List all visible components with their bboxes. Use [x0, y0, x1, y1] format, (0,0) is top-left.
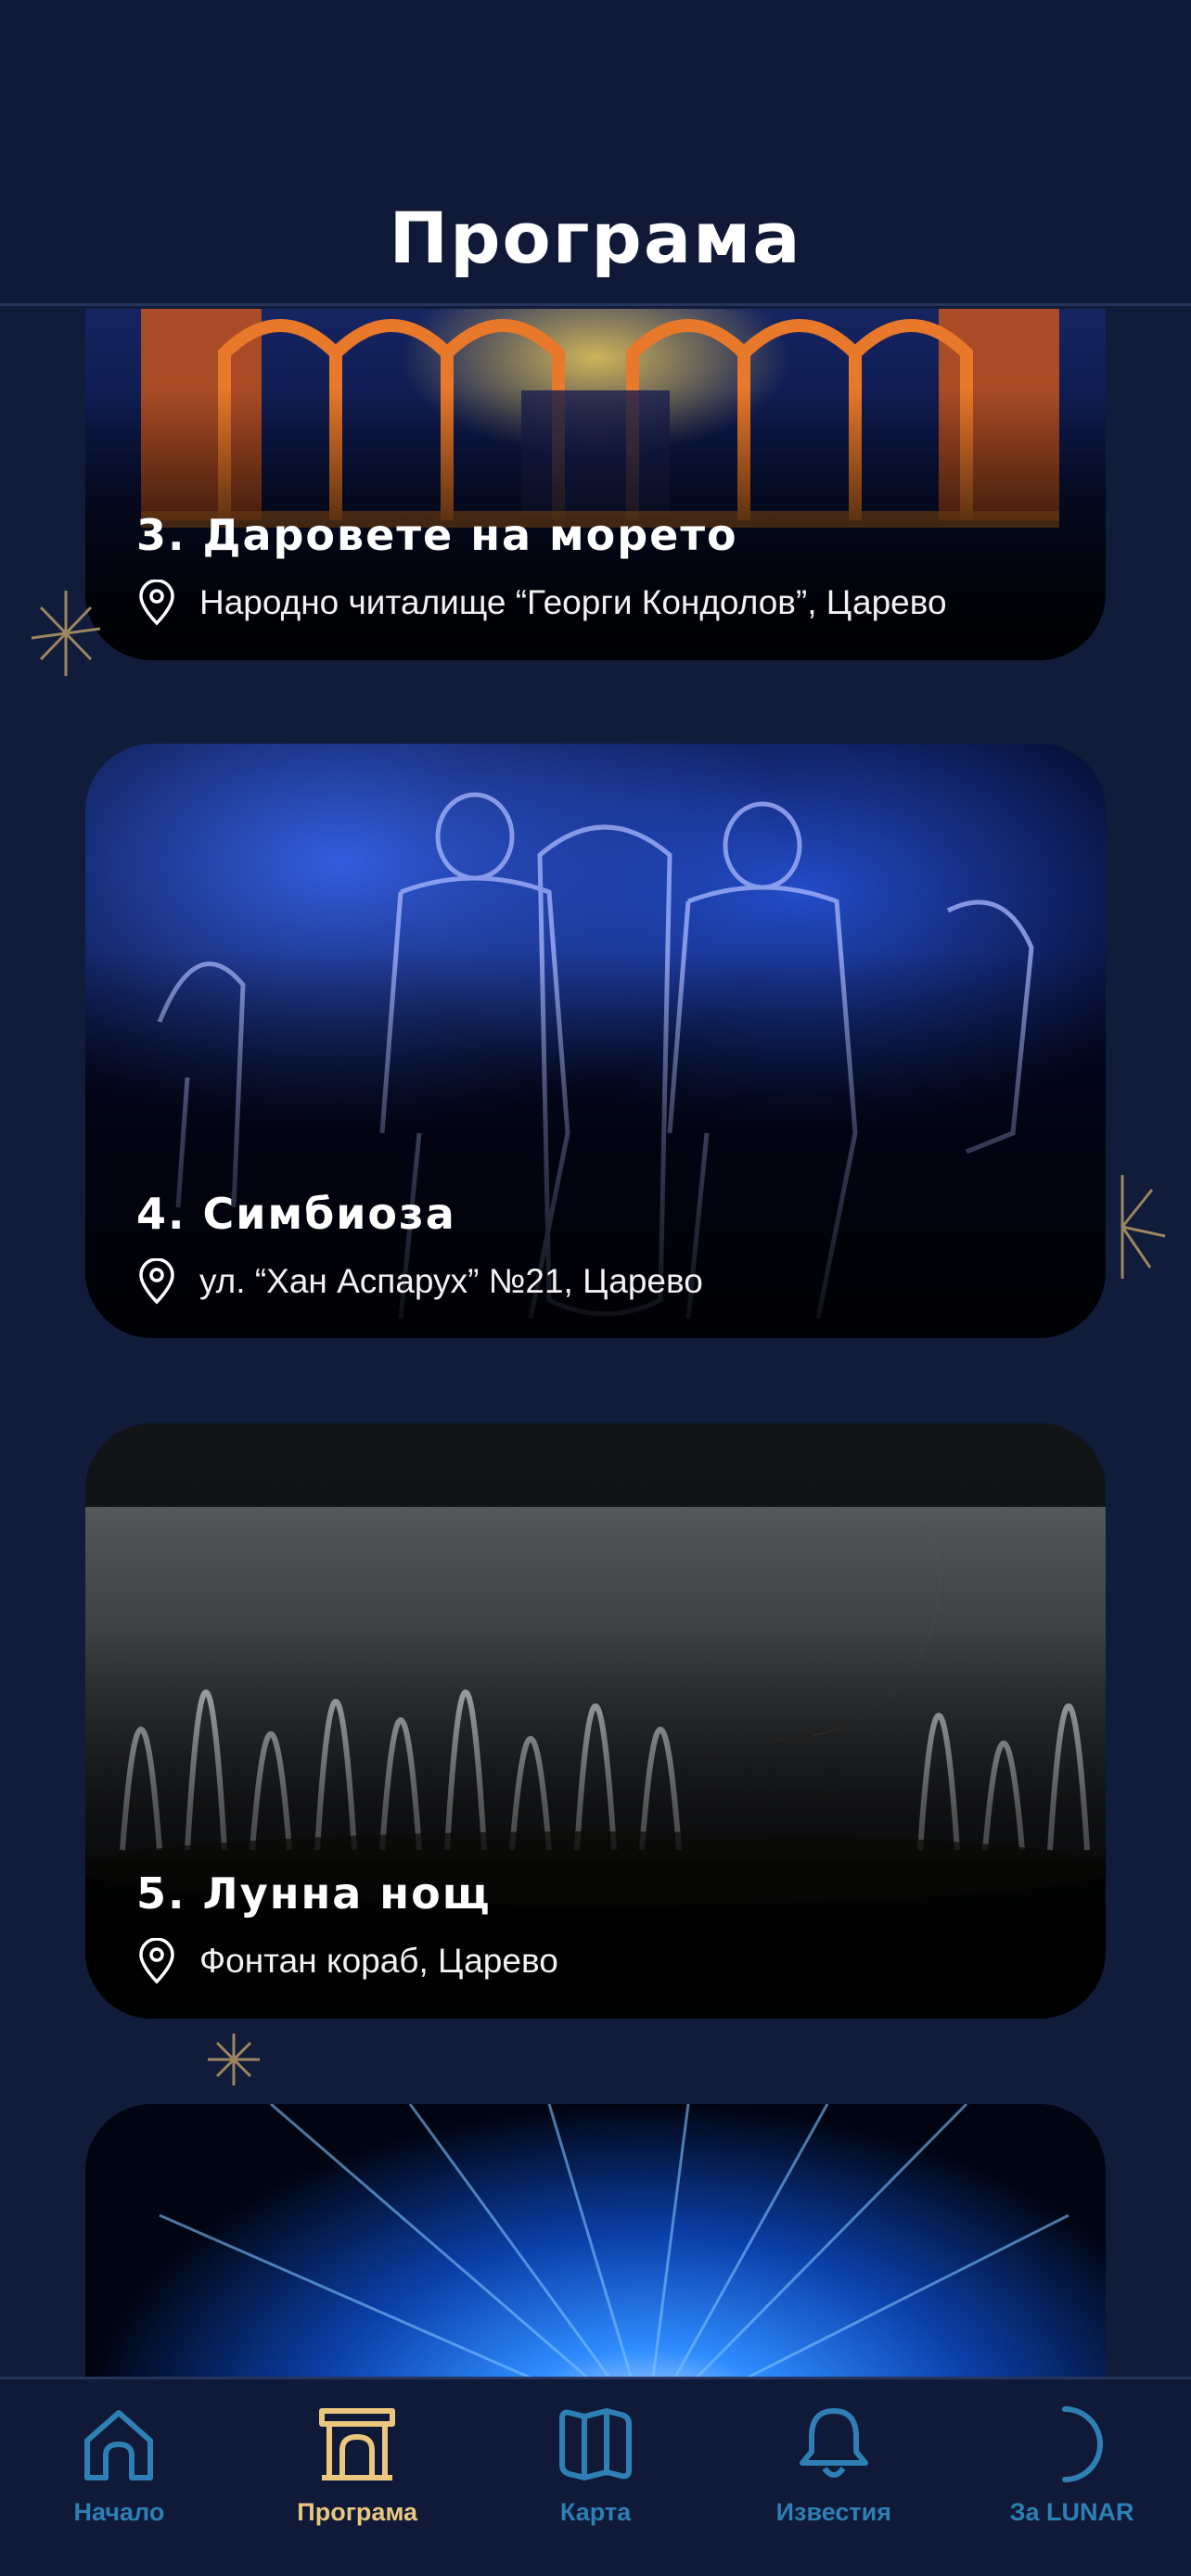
card-title: 4. Симбиоза	[136, 1189, 456, 1239]
tab-map[interactable]: Карта	[477, 2379, 715, 2576]
tab-label: Програма	[297, 2498, 418, 2526]
card-title: 3. Даровете на морето	[136, 510, 738, 560]
bell-icon	[799, 2408, 868, 2478]
program-card[interactable]: 5. Лунна нощ Фонтан кораб, Царево	[85, 1423, 1106, 2019]
card-location: Народно читалище “Георги Кондолов”, Царе…	[136, 580, 947, 626]
tab-notifications[interactable]: Известия	[714, 2379, 953, 2576]
program-list[interactable]: 3. Даровете на морето Народно читалище “…	[0, 309, 1191, 2377]
tab-program[interactable]: Програма	[238, 2379, 477, 2576]
sparkle-icon	[208, 2034, 260, 2085]
page-title: Програма	[389, 197, 802, 279]
location-pin-icon	[139, 580, 174, 626]
card-title: 5. Лунна нощ	[136, 1868, 492, 1919]
tab-label: Карта	[559, 2498, 632, 2526]
sparkle-icon	[1121, 1175, 1166, 1279]
card-image	[85, 2104, 1106, 2377]
tab-label: Известия	[775, 2498, 891, 2526]
program-card[interactable]: 3. Даровете на морето Народно читалище “…	[85, 309, 1106, 660]
sparkle-icon	[31, 591, 101, 676]
card-location: ул. “Хан Аспарух” №21, Царево	[136, 1258, 703, 1305]
tab-label: За LUNAR	[1009, 2498, 1134, 2526]
home-icon	[84, 2410, 154, 2480]
arch-icon	[319, 2408, 396, 2480]
tab-label: Начало	[73, 2498, 165, 2526]
map-icon	[558, 2408, 632, 2480]
card-location-text: Фонтан кораб, Царево	[199, 1942, 558, 1980]
card-location-text: ул. “Хан Аспарух” №21, Царево	[199, 1262, 703, 1300]
tab-about[interactable]: За LUNAR	[953, 2379, 1191, 2576]
moon-icon	[1061, 2406, 1103, 2482]
program-card[interactable]	[85, 2104, 1106, 2377]
card-location: Фонтан кораб, Царево	[136, 1938, 558, 1984]
program-card[interactable]: 4. Симбиоза ул. “Хан Аспарух” №21, Царев…	[85, 744, 1106, 1338]
header: Програма	[0, 0, 1191, 306]
location-pin-icon	[139, 1258, 174, 1305]
card-location-text: Народно читалище “Георги Кондолов”, Царе…	[199, 583, 947, 621]
location-pin-icon	[139, 1938, 174, 1984]
tab-bar: Начало Програма Карта Известия За LUNAR	[0, 2377, 1191, 2576]
tab-home[interactable]: Начало	[0, 2379, 238, 2576]
